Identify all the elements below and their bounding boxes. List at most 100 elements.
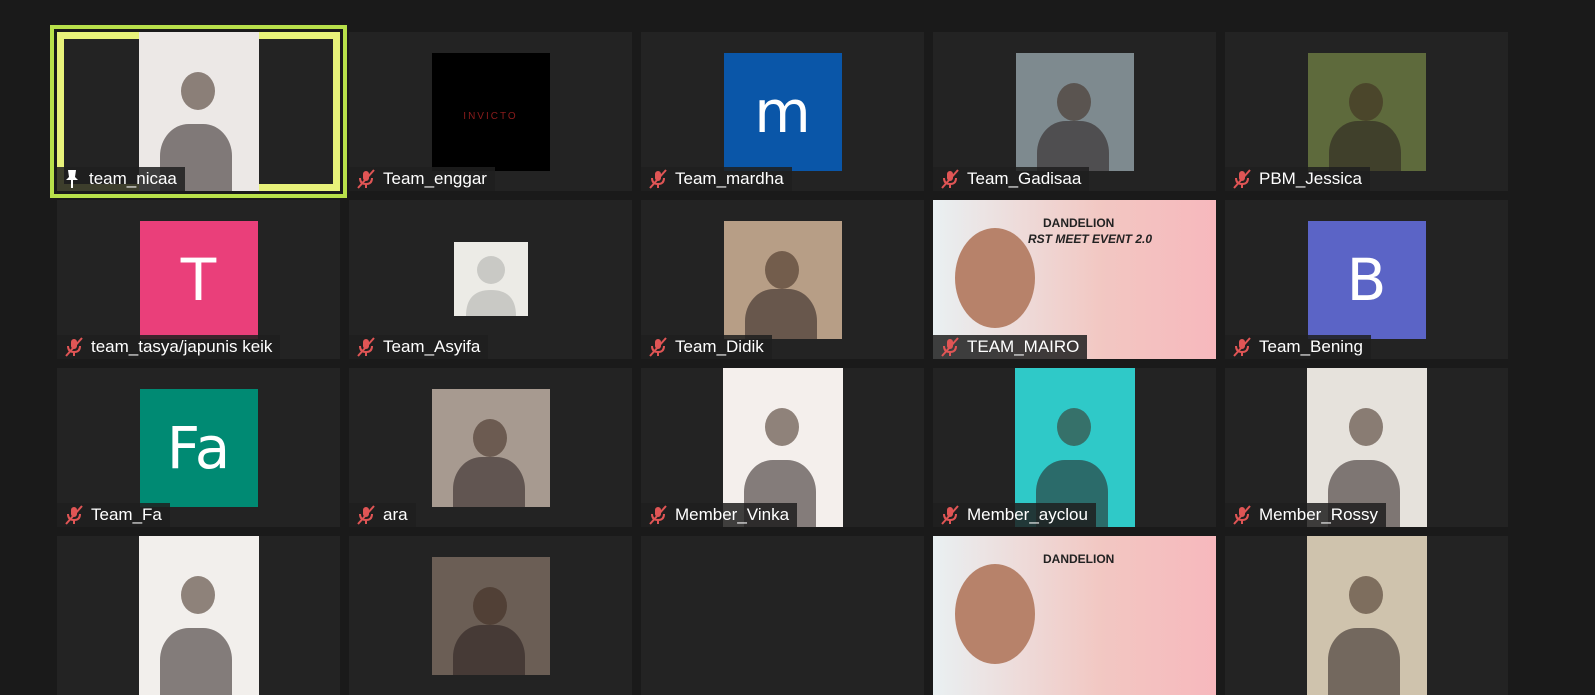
participant-tile[interactable]: ara [349, 368, 632, 527]
participant-video [1015, 53, 1134, 171]
participant-name: Team_enggar [383, 169, 487, 188]
participant-tile[interactable]: Member_Vinka [641, 368, 924, 527]
participant-avatar: m [723, 53, 842, 171]
participant-tile[interactable]: Fa Team_Fa [57, 368, 340, 527]
person-body [452, 625, 525, 675]
mic-muted-icon [355, 169, 377, 189]
participant-name-bar: Team_Gadisaa [933, 167, 1090, 191]
mic-muted-icon [1231, 337, 1253, 357]
participant-name-bar: team_tasya/japunis keik [57, 335, 281, 359]
participant-name: Team_Gadisaa [967, 169, 1082, 188]
participant-avatar: B [1307, 221, 1426, 339]
participant-video: DANDELION [933, 536, 1216, 695]
pin-icon [63, 169, 81, 189]
participant-tile[interactable]: Tteam_tasya/japunis keik [57, 200, 340, 359]
person-body [744, 289, 817, 339]
participant-name: Member_Vinka [675, 505, 790, 524]
participant-video [431, 557, 550, 675]
mic-muted-icon [647, 337, 669, 357]
participant-name-bar: Team_Bening [1225, 335, 1371, 359]
participant-tile[interactable]: m Team_mardha [641, 32, 924, 191]
mic-muted-icon [939, 505, 961, 525]
person-figure [472, 418, 507, 457]
avatar-initial: T [180, 246, 217, 314]
person-body [1036, 121, 1109, 171]
banner-subtitle: RST MEET EVENT 2.0 [1028, 232, 1153, 246]
participant-tile[interactable]: PBM_Jessica [1225, 32, 1508, 191]
person-figure [764, 407, 799, 446]
person-figure [1056, 407, 1091, 446]
participant-name: Team_Fa [91, 505, 162, 524]
person-figure [1056, 82, 1091, 121]
participant-name: team_nicaa [89, 169, 177, 188]
participant-tile[interactable]: team_nicaa [50, 25, 347, 198]
participant-video [1307, 53, 1426, 171]
participant-tile[interactable] [641, 536, 924, 695]
person-body [452, 457, 525, 507]
participant-name-bar: Team_Fa [57, 503, 170, 527]
mic-muted-icon [355, 337, 377, 357]
participant-tile[interactable]: Team_Didik [641, 200, 924, 359]
participant-video [431, 389, 550, 507]
banner-title: DANDELION [1043, 552, 1115, 566]
participant-name-bar: TEAM_MAIRO [933, 335, 1088, 359]
participant-name: ara [383, 505, 408, 524]
participant-name: Member_Rossy [1259, 505, 1379, 524]
person-body [160, 628, 233, 695]
person-figure [764, 250, 799, 289]
participant-tile[interactable]: Member_Rossy [1225, 368, 1508, 527]
mic-muted-icon [355, 505, 377, 525]
mic-muted-icon [647, 505, 669, 525]
person-face [955, 228, 1035, 328]
participant-name: TEAM_MAIRO [967, 337, 1080, 356]
person-figure [180, 71, 215, 110]
person-figure [1348, 407, 1383, 446]
mic-muted-icon [647, 169, 669, 189]
participant-tile[interactable]: DANDELION RST MEET EVENT 2.0 TEAM_MAIRO [933, 200, 1216, 359]
participant-avatar: Fa [139, 389, 258, 507]
mic-muted-icon [939, 337, 961, 357]
participant-name-bar: Team_mardha [641, 167, 792, 191]
person-figure [1348, 575, 1383, 614]
participant-tile[interactable]: Team_Gadisaa [933, 32, 1216, 191]
participant-avatar: T [139, 221, 258, 339]
participant-name: PBM_Jessica [1259, 169, 1362, 188]
person-figure [1348, 82, 1383, 121]
participant-tile[interactable]: DANDELION [933, 536, 1216, 695]
participant-name: Team_Asyifa [383, 337, 481, 356]
participant-name: team_tasya/japunis keik [91, 337, 273, 356]
banner-title: DANDELION [1043, 216, 1115, 230]
avatar-initial: Fa [166, 414, 231, 482]
participant-name-bar: ara [349, 503, 416, 527]
person-body [1328, 121, 1401, 171]
participant-name-bar: Team_Asyifa [349, 335, 489, 359]
participant-tile[interactable] [1225, 536, 1508, 695]
participant-name-bar: team_nicaa [57, 167, 185, 191]
avatar-initial: m [754, 78, 811, 146]
participant-name-bar: Member_Vinka [641, 503, 798, 527]
mic-muted-icon [1231, 169, 1253, 189]
person-body [1328, 628, 1401, 695]
participant-tile[interactable]: Team_Asyifa [349, 200, 632, 359]
participant-name: Team_Didik [675, 337, 764, 356]
participant-name-bar: Team_enggar [349, 167, 495, 191]
participant-name-bar: Member_Rossy [1225, 503, 1387, 527]
default-user-icon [453, 242, 528, 316]
mic-muted-icon [1231, 505, 1253, 525]
participant-grid: team_nicaa INVICTO Team_enggar m Team_mardha… [50, 25, 1508, 695]
participant-video [723, 221, 842, 339]
person-figure [472, 586, 507, 625]
participant-name-bar: Team_Didik [641, 335, 772, 359]
avatar-initial: B [1346, 246, 1387, 314]
person-figure [180, 575, 215, 614]
person-face [955, 564, 1035, 664]
participant-video: INVICTO [431, 53, 550, 171]
participant-tile[interactable] [57, 536, 340, 695]
participant-tile[interactable]: INVICTO Team_enggar [349, 32, 632, 191]
participant-tile[interactable]: Member_ayclou [933, 368, 1216, 527]
participant-tile[interactable]: B Team_Bening [1225, 200, 1508, 359]
participant-tile[interactable] [349, 536, 632, 695]
participant-name: Team_Bening [1259, 337, 1363, 356]
participant-name: Team_mardha [675, 169, 784, 188]
participant-name-bar: PBM_Jessica [1225, 167, 1370, 191]
